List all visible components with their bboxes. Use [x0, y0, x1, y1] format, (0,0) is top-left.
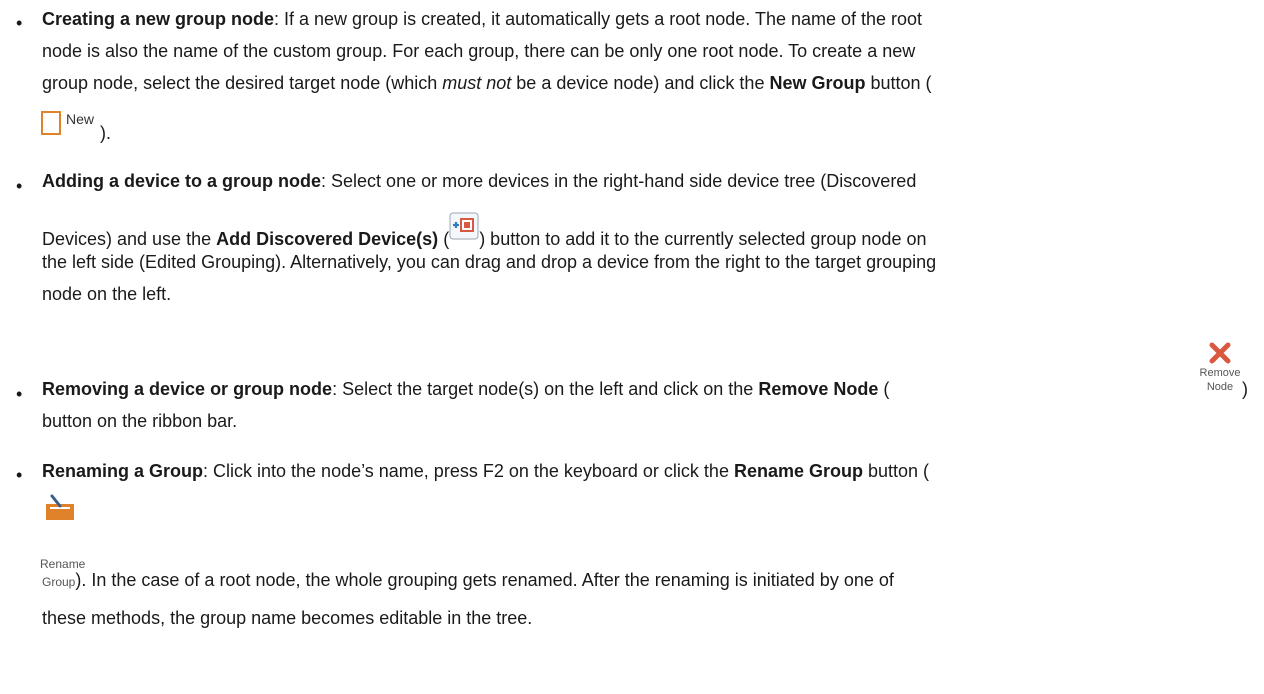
rename-group-icon — [40, 494, 90, 554]
item-title: Creating a new group node — [42, 9, 275, 29]
item-title: Adding a device to a group node — [42, 171, 322, 191]
bullet: • — [16, 465, 23, 485]
bullet: • — [16, 384, 23, 404]
bullet: • — [16, 13, 23, 33]
add-discovered-device-icon — [449, 212, 479, 240]
item-title: Removing a device or group node — [42, 379, 333, 399]
rename-group-icon-label: Group — [42, 575, 76, 589]
item-title: Renaming a Group — [42, 461, 204, 481]
bullet: • — [16, 176, 23, 196]
remove-node-icon: Remove Node — [1200, 342, 1240, 398]
new-group-icon: New ). — [40, 106, 140, 142]
